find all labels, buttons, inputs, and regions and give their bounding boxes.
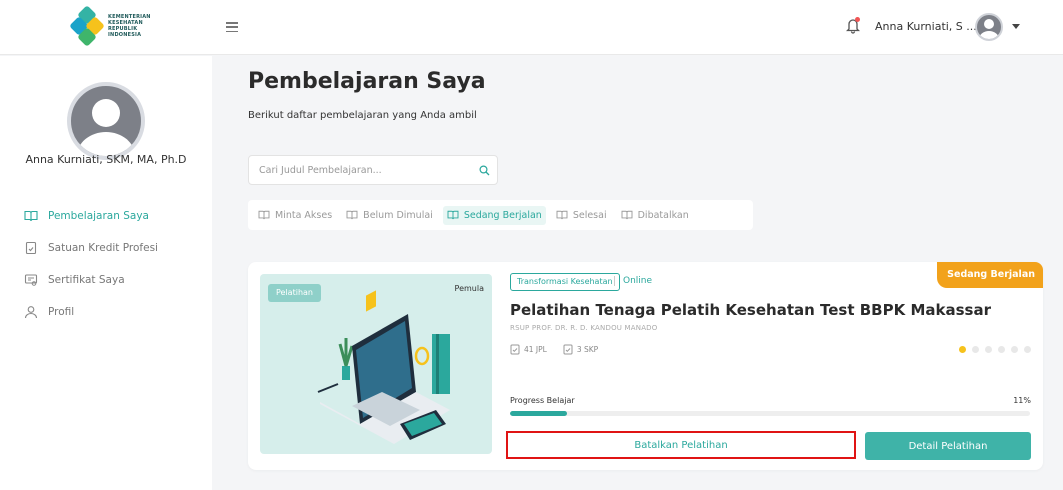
menu-toggle-icon[interactable]	[226, 22, 238, 32]
course-meta: 41 JPL 3 SKP	[510, 344, 598, 355]
tab-label: Selesai	[572, 209, 607, 221]
page-subtitle: Berikut daftar pembelajaran yang Anda am…	[248, 110, 477, 121]
rating-star-icon	[1011, 346, 1018, 353]
rating-star-icon	[1024, 346, 1031, 353]
course-thumbnail[interactable]: Pelatihan Pemula	[260, 274, 492, 454]
book-open-icon	[346, 210, 358, 220]
tab-label: Minta Akses	[275, 209, 333, 221]
status-tabs: Minta Akses Belum Dimulai Sedang Berjala…	[248, 200, 753, 230]
tab-belum-dimulai[interactable]: Belum Dimulai	[342, 206, 437, 225]
book-open-icon	[621, 210, 633, 220]
course-card: Pelatihan Pemula Transformasi Kesehatan …	[248, 262, 1043, 470]
tab-dibatalkan[interactable]: Dibatalkan	[617, 206, 693, 225]
avatar-icon	[979, 19, 999, 39]
rating-star-icon	[972, 346, 979, 353]
sidebar-item-satuan-kredit-profesi[interactable]: Satuan Kredit Profesi	[24, 232, 204, 264]
sidebar-item-label: Sertifikat Saya	[48, 274, 125, 286]
kemenkes-logo[interactable]: KEMENTERIAN KESEHATAN REPUBLIK INDONESIA	[69, 5, 151, 47]
sidebar-avatar	[67, 82, 145, 160]
course-organizer: RSUP PROF. DR. R. D. KANDOU MANADO	[510, 324, 658, 332]
sidebar-item-sertifikat-saya[interactable]: Sertifikat Saya	[24, 264, 204, 296]
tab-selesai[interactable]: Selesai	[552, 206, 611, 225]
book-open-icon	[447, 210, 459, 220]
logo-text: KEMENTERIAN KESEHATAN REPUBLIK INDONESIA	[108, 14, 151, 38]
chevron-down-icon[interactable]	[1012, 24, 1020, 29]
document-icon	[563, 344, 573, 355]
search-input[interactable]: Cari Judul Pembelajaran...	[248, 155, 498, 185]
tab-label: Belum Dimulai	[363, 209, 433, 221]
book-open-icon	[556, 210, 568, 220]
course-mode-label: Online	[614, 276, 652, 286]
notification-badge	[855, 17, 860, 22]
sidebar-item-pembelajaran-saya[interactable]: Pembelajaran Saya	[24, 200, 204, 232]
top-bar: KEMENTERIAN KESEHATAN REPUBLIK INDONESIA…	[0, 0, 1063, 55]
jpl-value: 41 JPL	[524, 345, 547, 354]
course-rating	[959, 346, 1031, 353]
progress-label: Progress Belajar	[510, 396, 575, 405]
tab-minta-akses[interactable]: Minta Akses	[254, 206, 336, 225]
certificate-icon	[24, 274, 38, 286]
tab-label: Dibatalkan	[637, 209, 689, 221]
progress-bar	[510, 411, 1030, 416]
sidebar-item-label: Pembelajaran Saya	[48, 210, 149, 222]
tab-label: Sedang Berjalan	[463, 209, 542, 221]
sidebar-user-name: Anna Kurniati, SKM, MA, Ph.D	[25, 153, 187, 166]
sidebar-item-profil[interactable]: Profil	[24, 296, 204, 328]
document-icon	[25, 241, 37, 255]
user-icon	[24, 306, 38, 319]
sidebar-nav: Pembelajaran Saya Satuan Kredit Profesi …	[24, 200, 204, 328]
skp-meta: 3 SKP	[563, 344, 598, 355]
course-type-badge: Pelatihan	[268, 284, 321, 302]
logo-mark-icon	[69, 5, 105, 47]
search-placeholder: Cari Judul Pembelajaran...	[259, 164, 382, 176]
book-open-icon	[258, 210, 270, 220]
rating-star-icon	[985, 346, 992, 353]
header-avatar[interactable]	[975, 13, 1003, 41]
course-title[interactable]: Pelatihan Tenaga Pelatih Kesehatan Test …	[510, 301, 991, 319]
course-level-label: Pemula	[454, 284, 484, 293]
avatar-icon	[77, 99, 135, 156]
jpl-meta: 41 JPL	[510, 344, 547, 355]
progress-percent: 11%	[1013, 396, 1031, 405]
course-topic-chip: Transformasi Kesehatan	[510, 273, 620, 291]
document-icon	[510, 344, 520, 355]
sidebar: Anna Kurniati, SKM, MA, Ph.D Pembelajara…	[0, 56, 212, 490]
training-detail-button[interactable]: Detail Pelatihan	[865, 432, 1031, 460]
rating-star-icon	[998, 346, 1005, 353]
page-title: Pembelajaran Saya	[248, 69, 486, 94]
sidebar-item-label: Satuan Kredit Profesi	[48, 242, 158, 254]
progress-fill	[510, 411, 568, 416]
tab-sedang-berjalan[interactable]: Sedang Berjalan	[442, 205, 546, 225]
search-icon[interactable]	[471, 164, 497, 176]
cancel-training-button[interactable]: Batalkan Pelatihan	[506, 431, 856, 459]
header-user-name[interactable]: Anna Kurniati, S ...	[875, 20, 977, 33]
rating-star-icon	[959, 346, 966, 353]
sidebar-item-label: Profil	[48, 306, 75, 318]
book-open-icon	[24, 210, 38, 222]
skp-value: 3 SKP	[576, 345, 599, 354]
status-badge: Sedang Berjalan	[937, 262, 1043, 288]
